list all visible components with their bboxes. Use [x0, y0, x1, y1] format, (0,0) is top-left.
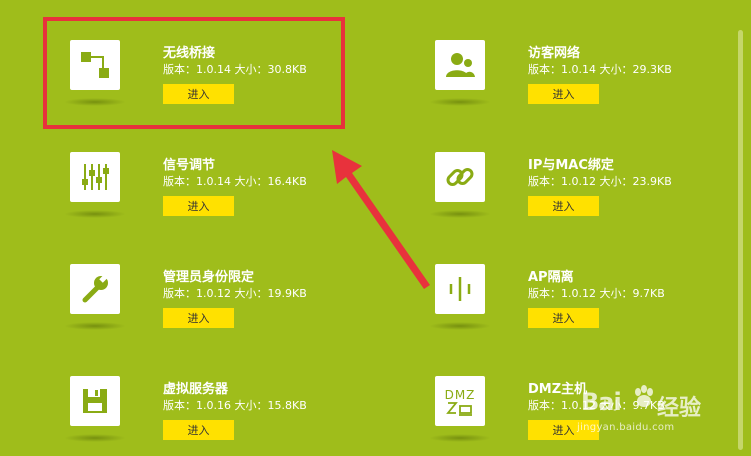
app-meta: 版本：1.0.14 大小：16.4KB — [163, 175, 307, 188]
enter-button[interactable]: 进入 — [163, 196, 234, 216]
highlight-box — [43, 17, 345, 129]
app-name: 虚拟服务器 — [163, 382, 229, 397]
app-name: AP隔离 — [528, 270, 574, 285]
app-icon-tile[interactable] — [435, 40, 485, 90]
dmz-glyph: DMZ — [445, 388, 476, 402]
icon-shadow — [64, 434, 126, 442]
app-card-signal-tuning: 信号调节 版本：1.0.14 大小：16.4KB 进入 — [64, 152, 370, 232]
app-icon-tile[interactable] — [70, 152, 120, 202]
icon-shadow — [429, 98, 491, 106]
enter-button[interactable]: 进入 — [163, 308, 234, 328]
icon-shadow — [64, 322, 126, 330]
icon-shadow — [429, 434, 491, 442]
enter-button[interactable]: 进入 — [528, 308, 599, 328]
watermark-logo: Bai — [581, 388, 622, 416]
app-card-virtual-server: 虚拟服务器 版本：1.0.16 大小：15.8KB 进入 — [64, 376, 370, 456]
icon-shadow — [64, 210, 126, 218]
paw-icon — [635, 385, 653, 407]
app-card-guest-network: 访客网络 版本：1.0.14 大小：29.3KB 进入 — [429, 40, 735, 120]
app-icon-tile[interactable] — [70, 376, 120, 426]
app-icon-tile[interactable] — [435, 152, 485, 202]
watermark-url: jingyan.baidu.com — [577, 422, 675, 433]
app-icon-tile[interactable] — [70, 264, 120, 314]
enter-button[interactable]: 进入 — [163, 420, 234, 440]
wrench-icon — [82, 274, 108, 303]
icon-shadow — [429, 322, 491, 330]
app-meta: 版本：1.0.12 大小：23.9KB — [528, 175, 672, 188]
app-meta: 版本：1.0.16 大小：15.8KB — [163, 399, 307, 412]
floppy-disk-icon — [83, 389, 107, 413]
app-meta: 版本：1.0.12 大小：9.7KB — [528, 287, 665, 300]
watermark-cn: 经验 — [657, 396, 702, 421]
link-chain-icon — [446, 168, 474, 186]
signal-sliders-icon — [82, 164, 109, 190]
app-icon-tile[interactable]: DMZ — [435, 376, 485, 426]
guest-users-icon — [446, 53, 475, 77]
icon-shadow — [429, 210, 491, 218]
app-card-ap-isolation: AP隔离 版本：1.0.12 大小：9.7KB 进入 — [429, 264, 735, 344]
enter-button[interactable]: 进入 — [528, 84, 599, 104]
app-name: 管理员身份限定 — [163, 270, 255, 285]
app-meta: 版本：1.0.12 大小：19.9KB — [163, 287, 307, 300]
app-card-admin-restriction: 管理员身份限定 版本：1.0.12 大小：19.9KB 进入 — [64, 264, 370, 344]
app-name: IP与MAC绑定 — [528, 158, 614, 173]
app-card-ip-mac-binding: IP与MAC绑定 版本：1.0.12 大小：23.9KB 进入 — [429, 152, 735, 232]
app-name: 信号调节 — [163, 158, 216, 173]
ap-isolation-icon — [449, 277, 471, 301]
baidu-jingyan-watermark: Bai 经验 jingyan.baidu.com — [575, 380, 745, 440]
app-icon-tile[interactable] — [435, 264, 485, 314]
app-name: 访客网络 — [528, 46, 581, 61]
enter-button[interactable]: 进入 — [528, 196, 599, 216]
app-meta: 版本：1.0.14 大小：29.3KB — [528, 63, 672, 76]
dmz-icon: DMZ — [445, 388, 476, 416]
